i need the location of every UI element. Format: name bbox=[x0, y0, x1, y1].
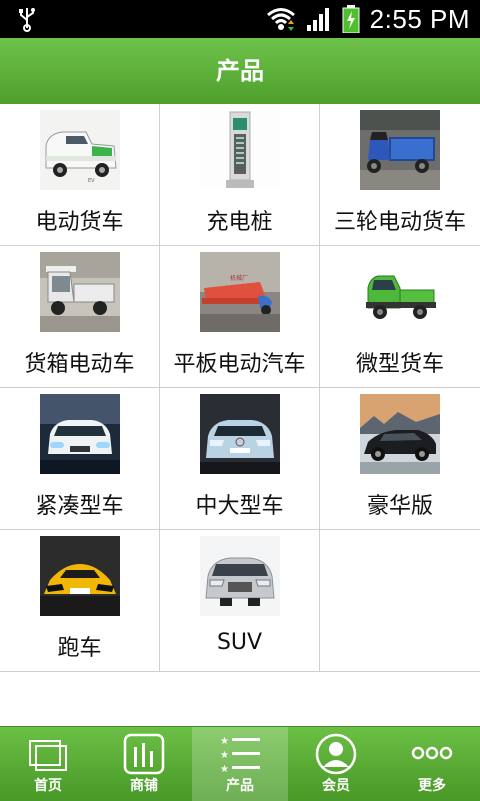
cargo-box-ev-image bbox=[40, 252, 120, 332]
luxury-car-image bbox=[360, 394, 440, 474]
status-time: 2:55 PM bbox=[369, 3, 470, 34]
product-label: SUV bbox=[216, 630, 263, 655]
nav-label: 会员 bbox=[322, 778, 350, 794]
signal-icon bbox=[306, 8, 329, 31]
product-cell-flatbed-ev[interactable]: 机械厂 平板电动汽车 bbox=[160, 246, 320, 387]
nav-label: 产品 bbox=[226, 778, 254, 794]
svg-text:机械厂: 机械厂 bbox=[230, 274, 248, 282]
product-label: 充电桩 bbox=[206, 210, 273, 235]
app-header: 产品 bbox=[0, 38, 480, 105]
nav-item-shop[interactable]: 商铺 bbox=[96, 727, 192, 801]
svg-text:EV: EV bbox=[88, 178, 95, 184]
product-label: 三轮电动货车 bbox=[333, 210, 466, 235]
home-icon bbox=[29, 740, 67, 771]
electric-tricycle-image bbox=[360, 110, 440, 190]
product-label: 紧凑型车 bbox=[35, 494, 124, 519]
nav-label: 商铺 bbox=[130, 778, 158, 794]
product-cell-compact-car[interactable]: 紧凑型车 bbox=[0, 388, 160, 529]
electric-van-image: EV bbox=[40, 110, 120, 190]
nav-item-more[interactable]: 更多 bbox=[384, 727, 480, 801]
suv-image bbox=[200, 536, 280, 616]
sports-car-image bbox=[40, 536, 120, 616]
product-cell-mini-truck[interactable]: 微型货车 bbox=[320, 246, 480, 387]
svg-text:★: ★ bbox=[220, 750, 229, 761]
page-title: 产品 bbox=[216, 57, 264, 85]
product-cell-sports-car[interactable]: 跑车 bbox=[0, 530, 160, 671]
midsize-car-image bbox=[200, 394, 280, 474]
product-cell-cargo-box-ev[interactable]: 货箱电动车 bbox=[0, 246, 160, 387]
product-label: 平板电动汽车 bbox=[173, 352, 306, 377]
member-icon bbox=[315, 733, 357, 775]
svg-text:★: ★ bbox=[220, 736, 229, 747]
bottom-nav: 首页 商铺 ★ ★ ★ 产品 会员 更多 bbox=[0, 726, 480, 801]
product-cell-midsize-car[interactable]: 中大型车 bbox=[160, 388, 320, 529]
product-list-icon: ★ ★ ★ bbox=[220, 736, 260, 775]
product-label: 豪华版 bbox=[366, 494, 433, 519]
nav-label: 更多 bbox=[418, 778, 446, 794]
charging-pile-image bbox=[200, 110, 280, 190]
product-label: 跑车 bbox=[57, 636, 102, 661]
battery-charging-icon bbox=[342, 5, 360, 33]
wifi-icon bbox=[266, 8, 295, 31]
product-label: 微型货车 bbox=[355, 352, 444, 377]
nav-item-member[interactable]: 会员 bbox=[288, 727, 384, 801]
product-label: 中大型车 bbox=[195, 494, 284, 519]
more-icon bbox=[411, 746, 453, 760]
product-label: 货箱电动车 bbox=[24, 352, 135, 377]
nav-item-home[interactable]: 首页 bbox=[0, 727, 96, 801]
mini-truck-image bbox=[360, 252, 440, 332]
nav-item-product[interactable]: ★ ★ ★ 产品 bbox=[192, 727, 288, 801]
product-cell-luxury-car[interactable]: 豪华版 bbox=[320, 388, 480, 529]
flatbed-ev-image: 机械厂 bbox=[200, 252, 280, 332]
product-cell-suv[interactable]: SUV bbox=[160, 530, 320, 671]
compact-car-image bbox=[40, 394, 120, 474]
shop-icon bbox=[123, 733, 165, 775]
product-cell-electric-tricycle[interactable]: 三轮电动货车 bbox=[320, 104, 480, 245]
product-label: 电动货车 bbox=[35, 210, 124, 235]
nav-label: 首页 bbox=[34, 778, 62, 794]
svg-text:★: ★ bbox=[220, 764, 229, 775]
usb-icon bbox=[19, 8, 35, 32]
product-cell-charging-pile[interactable]: 充电桩 bbox=[160, 104, 320, 245]
empty-cell bbox=[320, 530, 480, 671]
status-bar: 2:55 PM bbox=[0, 0, 480, 38]
product-cell-electric-van[interactable]: EV 电动货车 bbox=[0, 104, 160, 245]
product-grid: EV 电动货车 充电桩 三轮电动货车 货箱电动车 机械厂 平板电动汽车 微型货车… bbox=[0, 104, 480, 672]
